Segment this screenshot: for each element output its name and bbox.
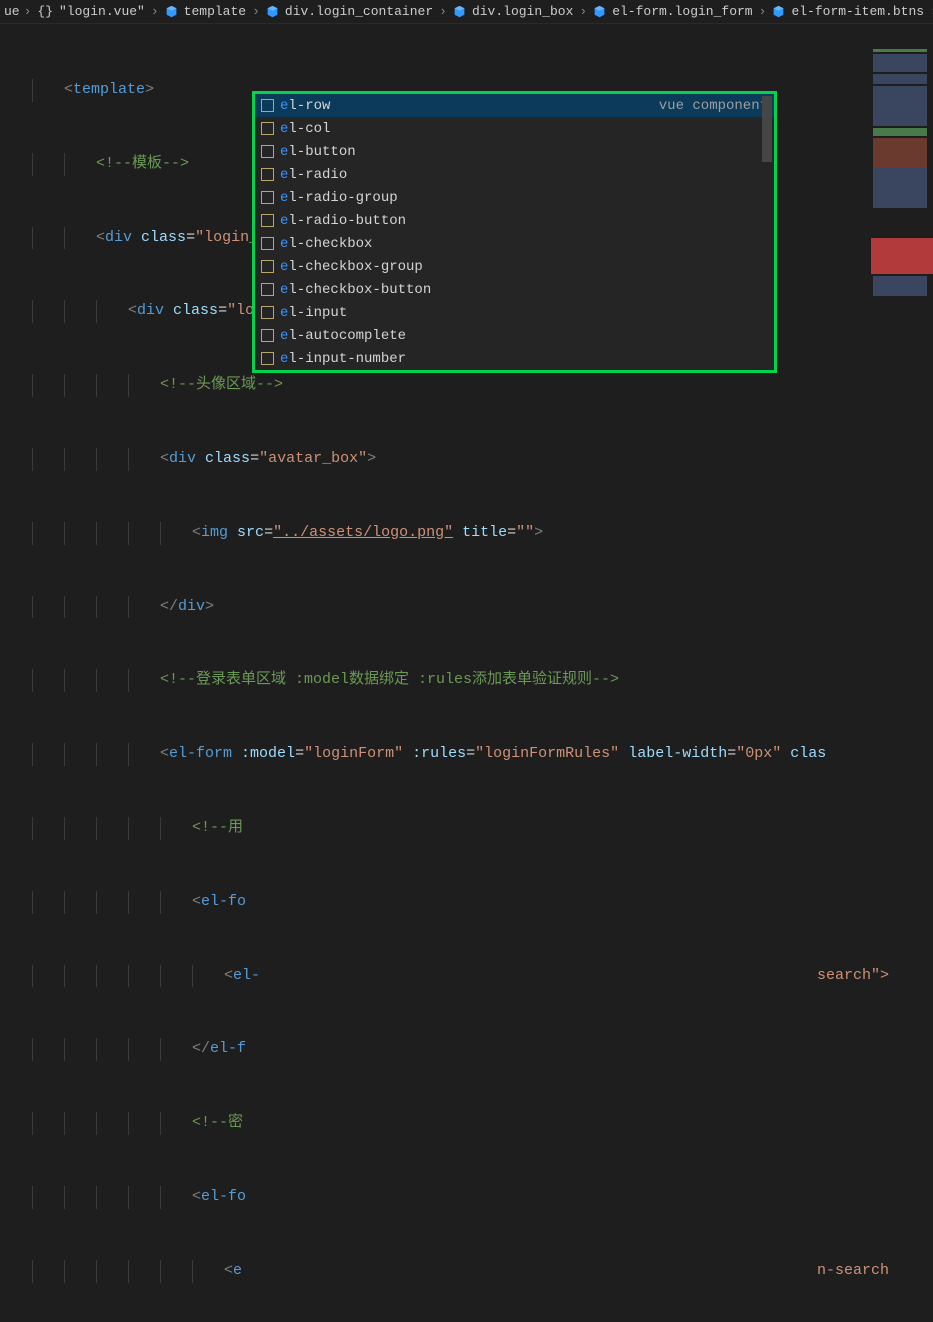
autocomplete-item-el-input[interactable]: el-input [255,301,774,324]
autocomplete-item-el-checkbox-button[interactable]: el-checkbox-button [255,278,774,301]
chevron-right-icon: › [24,4,32,19]
code-line[interactable]: <e n-search [28,1260,933,1283]
chevron-right-icon: › [579,4,587,19]
bc-cube-icon [453,5,466,18]
minimap[interactable] [871,48,933,308]
autocomplete-item-el-row[interactable]: el-row vue component [255,94,774,117]
comment: <!--密 [192,1112,243,1135]
autocomplete-item-el-button[interactable]: el-button [255,140,774,163]
autocomplete-item-el-radio-group[interactable]: el-radio-group [255,186,774,209]
chevron-right-icon: › [759,4,767,19]
bc-login-container[interactable]: div.login_container [285,4,433,19]
autocomplete-item-el-radio-button[interactable]: el-radio-button [255,209,774,232]
autocomplete-item-el-input-number[interactable]: el-input-number [255,347,774,370]
autocomplete-item-el-col[interactable]: el-col [255,117,774,140]
code-line[interactable]: <div class="avatar_box"> [28,448,933,471]
bc-cube-icon [165,5,178,18]
bc-bracket[interactable]: {} [37,4,53,19]
autocomplete-item-el-autocomplete[interactable]: el-autocomplete [255,324,774,347]
bc-filename[interactable]: "login.vue" [59,4,145,19]
code-line[interactable]: <el-fo [28,891,933,914]
line-number-gutter [0,24,28,661]
snippet-icon [261,168,274,181]
autocomplete-item-el-checkbox[interactable]: el-checkbox [255,232,774,255]
snippet-icon [261,99,274,112]
comment: <!--用 [192,817,243,840]
autocomplete-item-el-checkbox-group[interactable]: el-checkbox-group [255,255,774,278]
code-line[interactable]: <img src="../assets/logo.png" title=""> [28,522,933,545]
bc-cube-icon [593,5,606,18]
chevron-right-icon: › [439,4,447,19]
code-line[interactable]: <!--头像区域--> [28,374,933,397]
snippet-icon [261,352,274,365]
code-line[interactable]: <el-fo [28,1186,933,1209]
bc-file[interactable]: ue › [4,4,31,19]
autocomplete-hint: vue component [659,98,768,114]
breadcrumb[interactable]: ue › {} "login.vue" › template › div.log… [0,0,933,24]
braces-icon: {} [37,4,53,19]
file-ext-label: ue [4,4,20,19]
snippet-icon [261,329,274,342]
snippet-icon [261,306,274,319]
code-line[interactable]: </el-f [28,1038,933,1061]
code-line[interactable]: <!--密 [28,1112,933,1135]
code-line[interactable]: <el-form :model="loginForm" :rules="logi… [28,743,933,766]
comment: <!--模板--> [96,153,189,176]
scrollbar-thumb[interactable] [762,96,772,162]
snippet-icon [261,283,274,296]
code-line[interactable]: <el- search"> [28,965,933,988]
bc-cube-icon [772,5,785,18]
chevron-right-icon: › [252,4,260,19]
code-line[interactable]: <!--用 [28,817,933,840]
autocomplete-popup[interactable]: el-row vue component el-col el-button el… [252,91,777,373]
code-line[interactable]: <!--登录表单区域 :model数据绑定 :rules添加表单验证规则--> [28,669,933,692]
bc-cube-icon [266,5,279,18]
snippet-icon [261,122,274,135]
comment: <!--头像区域--> [160,374,283,397]
chevron-right-icon: › [151,4,159,19]
bc-template[interactable]: template [184,4,246,19]
bc-el-form[interactable]: el-form.login_form [612,4,752,19]
comment: <!--登录表单区域 :model数据绑定 :rules添加表单验证规则--> [160,669,619,692]
snippet-icon [261,237,274,250]
snippet-icon [261,191,274,204]
bc-login-box[interactable]: div.login_box [472,4,573,19]
snippet-icon [261,214,274,227]
snippet-icon [261,145,274,158]
autocomplete-item-el-radio[interactable]: el-radio [255,163,774,186]
snippet-icon [261,260,274,273]
code-line[interactable]: </div> [28,596,933,619]
bc-el-form-item[interactable]: el-form-item.btns [791,4,924,19]
